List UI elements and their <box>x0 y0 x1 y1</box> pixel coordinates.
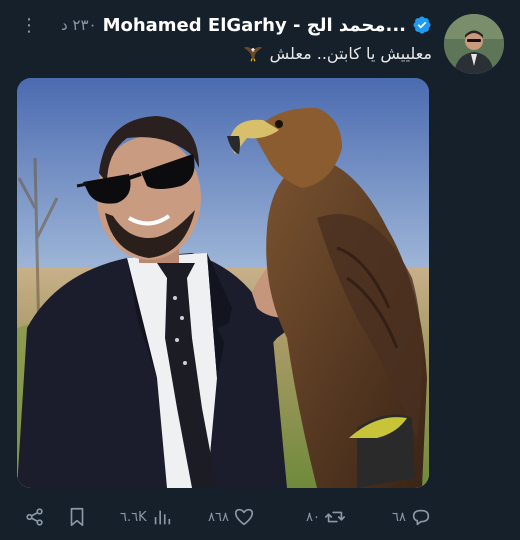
tweet-photo[interactable] <box>17 78 429 488</box>
action-bar: ٦.٦K ٨٦٨ ٨٠ ٦٨ <box>0 498 520 538</box>
retweet-count: ٨٠ <box>306 509 320 525</box>
retweet-button[interactable]: ٨٠ <box>306 504 346 530</box>
tweet-timestamp[interactable]: ٢٣٠ د <box>61 16 97 34</box>
reply-count: ٦٨ <box>392 509 406 525</box>
bookmark-button[interactable] <box>66 504 88 530</box>
tweet-text: معلييش يا كابتن.. معلش <box>242 42 432 64</box>
avatar[interactable] <box>444 14 504 74</box>
eagle-emoji <box>242 42 264 64</box>
tweet[interactable]: ⋮ ٢٣٠ د Mohamed ElGarhy - محمد الج... مع… <box>0 0 520 540</box>
views-count: ٦.٦K <box>120 509 147 525</box>
heart-icon <box>233 506 255 528</box>
more-options-button[interactable]: ⋮ <box>20 12 38 38</box>
views-button[interactable]: ٦.٦K <box>120 504 173 530</box>
reply-button[interactable]: ٦٨ <box>392 504 432 530</box>
like-count: ٨٦٨ <box>208 509 229 525</box>
views-icon <box>151 506 173 528</box>
tweet-body: معلييش يا كابتن.. معلش <box>269 43 432 63</box>
like-button[interactable]: ٨٦٨ <box>208 504 255 530</box>
share-button[interactable] <box>24 504 46 530</box>
share-icon <box>24 506 46 528</box>
retweet-icon <box>324 506 346 528</box>
verified-badge-icon <box>412 15 432 35</box>
more-vertical-icon: ⋮ <box>20 14 38 36</box>
tweet-header: ٢٣٠ د Mohamed ElGarhy - محمد الج... <box>61 12 432 38</box>
author-name[interactable]: Mohamed ElGarhy - محمد الج... <box>103 15 406 36</box>
reply-icon <box>410 506 432 528</box>
bookmark-icon <box>66 506 88 528</box>
